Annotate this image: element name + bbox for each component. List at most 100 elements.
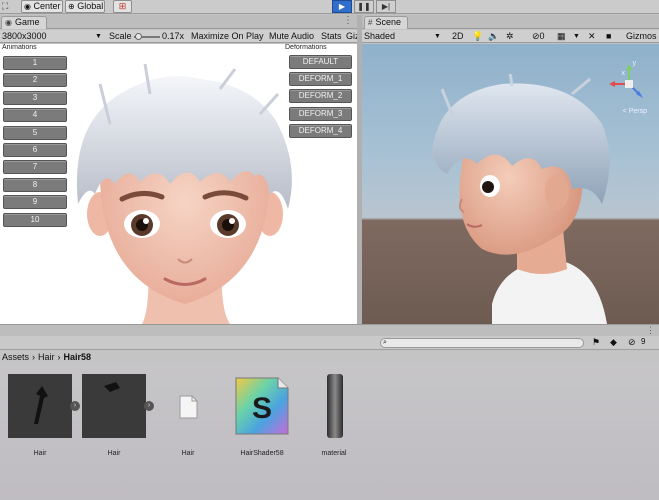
asset-label: Hair — [107, 450, 121, 457]
asset-label: Hair — [33, 450, 47, 457]
game-control-bar: 3800x3000 ▼ Scale 0.17x Maximize On Play… — [0, 30, 357, 43]
breadcrumb-hair[interactable]: Hair — [38, 352, 55, 362]
pause-button[interactable]: ❚❚ — [354, 0, 374, 13]
filter-by-label-icon[interactable]: ◆ — [610, 337, 617, 348]
tab-game-label: Game — [14, 17, 40, 27]
animation-button-7[interactable]: 7 — [3, 160, 67, 175]
scale-label: Scale — [109, 31, 132, 41]
animation-button-6[interactable]: 6 — [3, 143, 67, 157]
scale-slider-thumb[interactable] — [135, 33, 142, 40]
animation-button-10[interactable]: 10 — [3, 212, 67, 227]
lighting-icon[interactable]: 💡 — [472, 30, 483, 42]
pivot-global-toggle[interactable]: ⊕ Global — [65, 0, 105, 13]
snap-button[interactable]: ⊞ — [113, 0, 132, 13]
scale-value: 0.17x — [162, 31, 185, 41]
animation-button-5[interactable]: 5 — [3, 125, 67, 140]
axis-y-label: y — [632, 60, 637, 67]
asset-item[interactable]: › Hair — [82, 374, 154, 457]
panel-menu-icon[interactable]: ⋮ — [646, 325, 655, 336]
breadcrumb-separator-icon: › — [32, 352, 36, 362]
hidden-packages-count: 9 — [641, 337, 646, 346]
visibility-toggle[interactable]: ⊘0 — [532, 30, 545, 42]
breadcrumb-hair58[interactable]: Hair58 — [64, 352, 92, 362]
camera-icon[interactable]: ■ — [606, 30, 611, 42]
scene-viewport[interactable]: x y < Persp — [362, 44, 659, 324]
character-front-render — [76, 64, 292, 324]
asset-label: material — [321, 450, 347, 457]
chevron-down-icon: ▼ — [573, 33, 580, 40]
pivot-center-toggle[interactable]: ◉ Center — [21, 0, 63, 13]
expand-arrow-icon[interactable]: › — [144, 401, 154, 411]
effects-icon[interactable]: ✲ — [506, 30, 514, 42]
game-gizmos-toggle[interactable]: Giz — [346, 30, 357, 42]
search-icon: ⌕ — [383, 339, 387, 346]
material-icon — [302, 374, 366, 438]
project-toolbar: ⌕ ⚑ ◆ ⊘ 9 — [0, 336, 659, 350]
animation-button-9[interactable]: 9 — [3, 195, 67, 210]
asset-item[interactable]: material — [302, 374, 372, 457]
eye-off-icon: ⊘ — [532, 31, 540, 41]
scene-control-bar: Shaded ▼ 2D 💡 🔈 ✲ ⊘0 ▦ ▼ ✕ ■ Gizmos — [362, 30, 659, 43]
animation-button-4[interactable]: 4 — [3, 108, 67, 123]
pivot-icon: ◉ — [24, 2, 31, 11]
chevron-down-icon: ▼ — [434, 33, 441, 40]
panel-menu-icon[interactable]: ⋮ — [343, 15, 353, 28]
deformations-caption: Deformations — [285, 44, 327, 51]
orientation-gizmo[interactable] — [609, 64, 649, 104]
game-viewport[interactable]: Animations Deformations 1 2 3 4 5 6 7 8 … — [0, 44, 357, 324]
tab-scene[interactable]: # Scene — [364, 16, 408, 29]
play-button[interactable]: ▶ — [332, 0, 352, 13]
toggle-2d-button[interactable]: 2D — [452, 30, 464, 42]
deform-button-deform-2[interactable]: DEFORM_2 — [289, 89, 352, 104]
asset-item[interactable]: S HairShader58 — [230, 374, 300, 457]
breadcrumb-separator-icon: › — [57, 352, 61, 362]
eye-off-icon[interactable]: ⊘ — [628, 337, 636, 348]
main-toolbar: ⛶ ◉ Center ⊕ Global ⊞ ▶ ❚❚ ▶| — [0, 0, 659, 14]
scene-grid-icon: # — [368, 18, 373, 27]
hidden-count: 0 — [539, 31, 545, 41]
expand-arrow-icon[interactable]: › — [70, 401, 80, 411]
audio-icon[interactable]: 🔈 — [488, 30, 499, 42]
animation-button-2[interactable]: 2 — [3, 73, 67, 88]
tab-game[interactable]: ◉ Game — [1, 16, 47, 29]
pivot-global-label: Global — [77, 1, 104, 11]
shading-mode-dropdown[interactable]: Shaded — [364, 30, 395, 42]
deform-button-deform-1[interactable]: DEFORM_1 — [289, 72, 352, 87]
deform-button-deform-4[interactable]: DEFORM_4 — [289, 123, 352, 138]
pivot-center-label: Center — [33, 1, 61, 11]
chevron-down-icon: ▼ — [95, 33, 102, 40]
animations-caption: Animations — [2, 44, 37, 51]
tools-icon[interactable]: ✕ — [588, 30, 596, 42]
scene-tabbar: # Scene — [362, 15, 659, 29]
stats-toggle[interactable]: Stats — [321, 30, 342, 42]
filter-by-type-icon[interactable]: ⚑ — [592, 337, 600, 348]
grid-toggle-icon[interactable]: ▦ — [557, 30, 566, 42]
scene-gizmos-dropdown[interactable]: Gizmos — [626, 30, 657, 42]
breadcrumb-assets[interactable]: Assets — [2, 352, 29, 362]
resolution-dropdown[interactable]: 3800x3000 — [2, 30, 47, 42]
mute-audio-toggle[interactable]: Mute Audio — [269, 30, 314, 42]
pause-icon: ❚❚ — [357, 2, 371, 11]
deform-button-deform-3[interactable]: DEFORM_3 — [289, 106, 352, 121]
animation-button-8[interactable]: 8 — [3, 177, 67, 192]
asset-grid: › Hair › Hair Hair S HairShader58 materi… — [0, 364, 659, 500]
perspective-toggle[interactable]: < Persp — [623, 108, 647, 115]
play-icon: ▶ — [338, 2, 346, 11]
file-icon — [156, 374, 220, 438]
game-controller-icon: ◉ — [5, 18, 12, 27]
grid-snap-icon: ⊞ — [118, 1, 127, 11]
project-tabbar: ⋮ — [0, 324, 659, 336]
rect-tool-icon[interactable]: ⛶ — [2, 0, 8, 13]
maximize-on-play-toggle[interactable]: Maximize On Play — [191, 30, 264, 42]
deform-button-default[interactable]: DEFAULT — [289, 55, 352, 69]
animation-button-1[interactable]: 1 — [3, 56, 67, 70]
svg-text:S: S — [252, 392, 272, 425]
asset-item[interactable]: › Hair — [8, 374, 80, 457]
project-search-input[interactable]: ⌕ — [380, 338, 584, 348]
hair-mesh-icon — [82, 374, 146, 438]
step-button[interactable]: ▶| — [376, 0, 396, 13]
asset-item[interactable]: Hair — [156, 374, 226, 457]
animation-button-3[interactable]: 3 — [3, 90, 67, 105]
asset-label: Hair — [181, 450, 195, 457]
character-side-render — [432, 74, 610, 324]
